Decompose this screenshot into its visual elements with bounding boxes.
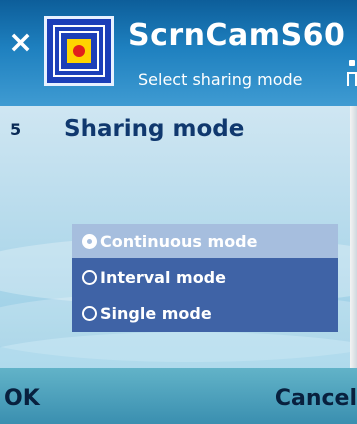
page-heading: Sharing mode (64, 116, 245, 142)
page-number: 5 (10, 120, 22, 139)
softkey-bar: OK Cancel (0, 368, 357, 424)
title-bar: × ScrnCamS60 Select sharing mode (0, 0, 357, 106)
option-continuous-mode[interactable]: Continuous mode (72, 224, 338, 258)
content-scrollbar[interactable] (350, 106, 357, 368)
sharing-mode-list: Continuous mode Interval mode Single mod… (72, 224, 338, 332)
option-single-mode[interactable]: Single mode (72, 296, 338, 330)
option-interval-mode[interactable]: Interval mode (72, 260, 338, 294)
option-label: Interval mode (100, 267, 226, 287)
option-label: Continuous mode (100, 231, 258, 251)
close-icon[interactable]: × (8, 28, 34, 58)
radio-empty-icon (82, 305, 97, 321)
title-scroll-indicator-icon (345, 60, 357, 100)
cancel-softkey[interactable]: Cancel (275, 386, 357, 411)
app-title: ScrnCamS60 (128, 18, 346, 53)
radio-selected-icon (82, 233, 97, 249)
ok-softkey[interactable]: OK (4, 386, 40, 411)
radio-empty-icon (82, 269, 97, 285)
scrollbar-thumb[interactable] (350, 106, 357, 368)
phone-screen: × ScrnCamS60 Select sharing mode 5 Shari… (0, 0, 357, 424)
option-label: Single mode (100, 303, 212, 323)
screen-subtitle: Select sharing mode (138, 70, 303, 89)
app-logo-icon (44, 16, 114, 86)
